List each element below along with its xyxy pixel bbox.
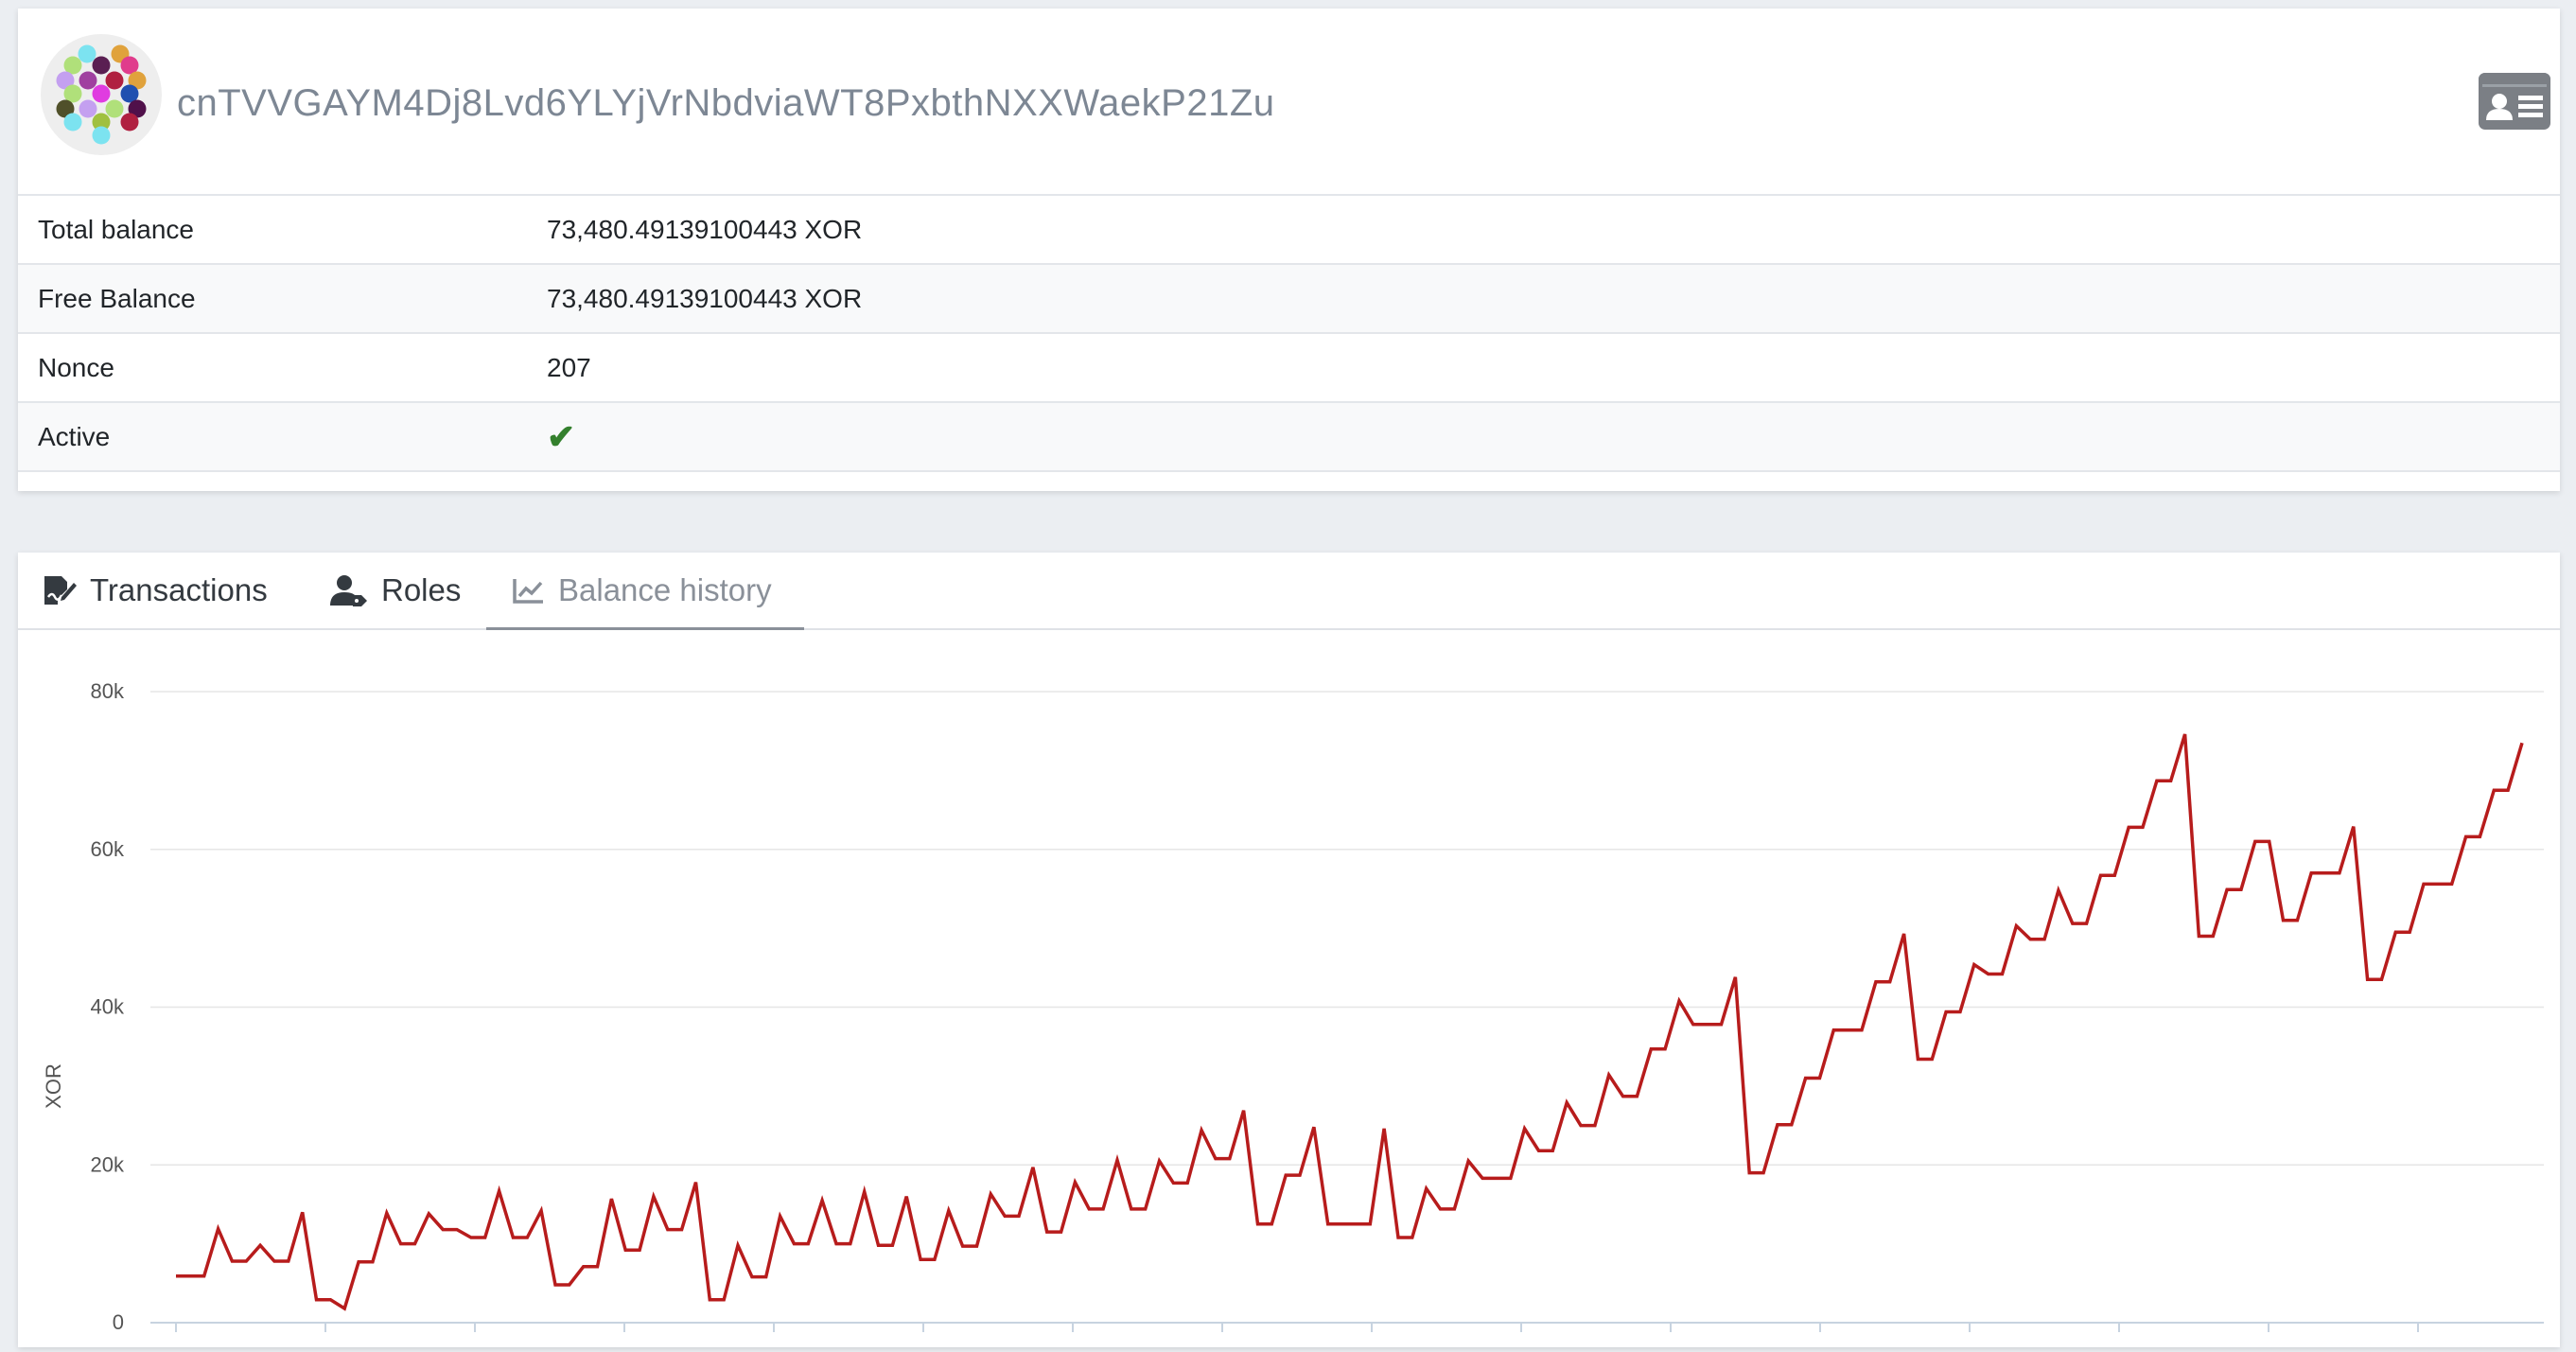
account-address[interactable]: cnTVVGAYM4Dj8Lvd6YLYjVrNbdviaWT8PxbthNXX… <box>177 82 1275 125</box>
file-signature-icon <box>44 576 77 605</box>
y-tick-label: 40k <box>91 995 125 1019</box>
y-tick-label: 60k <box>91 837 125 861</box>
tab-transactions-label: Transactions <box>90 572 268 607</box>
tab-roles-label: Roles <box>381 572 462 607</box>
check-icon: ✔ <box>547 416 576 456</box>
identicon-dot <box>79 99 97 118</box>
identicon-dot <box>92 126 111 145</box>
y-tick-label: 0 <box>113 1310 124 1334</box>
identicon-dot <box>120 113 139 132</box>
free-balance-label: Free Balance <box>18 263 527 333</box>
identicon-dot <box>105 71 124 90</box>
balance-history-card: Transactions Roles Balance history 0 20k… <box>18 553 2560 1347</box>
identicon-dot <box>78 44 96 63</box>
active-value: ✔ <box>527 401 2560 472</box>
identicon-dot <box>105 99 124 118</box>
tab-roles[interactable]: Roles <box>330 553 461 628</box>
total-balance-value: 73,480.49139100443 XOR <box>527 194 2560 264</box>
identicon-avatar <box>41 34 162 155</box>
balance-history-chart: 0 20k 40k 60k 80k XOR <box>18 630 2560 1347</box>
y-axis-label: XOR <box>42 1063 65 1109</box>
account-details-table: Total balance 73,480.49139100443 XOR Fre… <box>18 194 2560 472</box>
balance-series-line <box>176 733 2524 1311</box>
total-balance-label: Total balance <box>18 194 527 264</box>
chart-line-icon <box>513 578 543 604</box>
tab-balance-history-label: Balance history <box>558 571 772 607</box>
free-balance-value: 73,480.49139100443 XOR <box>527 263 2560 333</box>
identicon-dot <box>63 113 82 132</box>
identicon-dot <box>92 84 111 103</box>
tab-balance-history[interactable]: Balance history <box>486 553 804 630</box>
active-label: Active <box>18 401 527 472</box>
y-tick-label: 20k <box>91 1152 125 1176</box>
y-tick-label: 80k <box>91 679 125 703</box>
nonce-value: 207 <box>527 332 2560 402</box>
account-card: cnTVVGAYM4Dj8Lvd6YLYjVrNbdviaWT8PxbthNXX… <box>18 9 2560 491</box>
row-active: Active ✔ <box>18 401 2560 472</box>
identicon-dot <box>79 71 97 90</box>
row-free-balance: Free Balance 73,480.49139100443 XOR <box>18 263 2560 333</box>
identicon-dot <box>92 56 111 75</box>
row-total-balance: Total balance 73,480.49139100443 XOR <box>18 194 2560 264</box>
account-header: cnTVVGAYM4Dj8Lvd6YLYjVrNbdviaWT8PxbthNXX… <box>18 9 2560 194</box>
row-nonce: Nonce 207 <box>18 332 2560 402</box>
nonce-label: Nonce <box>18 332 527 402</box>
id-card-icon[interactable] <box>2479 73 2550 130</box>
tab-transactions[interactable]: Transactions <box>43 553 268 628</box>
tab-bar: Transactions Roles Balance history <box>18 553 2560 630</box>
user-tag-icon <box>330 575 367 606</box>
